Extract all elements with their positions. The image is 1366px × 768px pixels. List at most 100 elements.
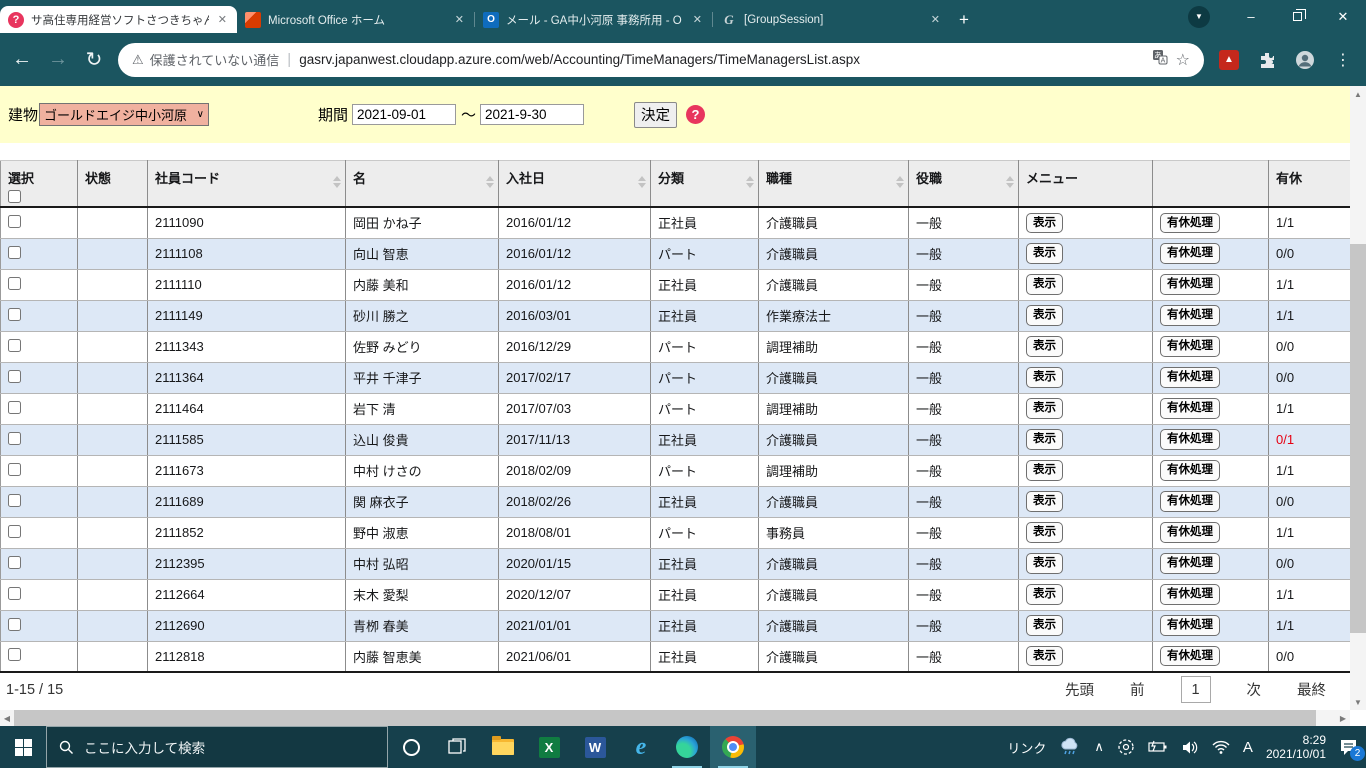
security-warning[interactable]: ⚠ 保護されていない通信 [132, 50, 279, 69]
leave-process-button[interactable]: 有休処理 [1160, 429, 1220, 450]
show-button[interactable]: 表示 [1026, 615, 1063, 636]
show-button[interactable]: 表示 [1026, 398, 1063, 419]
leave-process-button[interactable]: 有休処理 [1160, 305, 1220, 326]
column-header-4[interactable]: 入社日 [498, 160, 651, 208]
browser-menu-kebab-icon[interactable]: ⋮ [1330, 50, 1356, 70]
address-bar[interactable]: ⚠ 保護されていない通信 | gasrv.japanwest.cloudapp.… [118, 42, 1204, 77]
row-checkbox[interactable] [8, 493, 21, 507]
task-view-button[interactable] [434, 726, 480, 768]
show-button[interactable]: 表示 [1026, 305, 1063, 326]
show-button[interactable]: 表示 [1026, 212, 1063, 233]
forward-icon[interactable]: → [46, 48, 70, 71]
extensions-puzzle-icon[interactable] [1254, 51, 1280, 69]
sort-arrows-icon[interactable] [896, 176, 904, 188]
tab-close-icon[interactable]: ✕ [453, 13, 466, 26]
weather-icon[interactable] [1059, 737, 1081, 757]
scroll-right-icon[interactable]: ▶ [1336, 710, 1350, 726]
pager-last[interactable]: 最終 [1297, 679, 1326, 700]
row-checkbox[interactable] [8, 648, 21, 662]
pdf-extension-icon[interactable]: ▲ [1216, 49, 1242, 70]
wifi-icon[interactable] [1212, 740, 1230, 754]
sort-arrows-icon[interactable] [638, 176, 646, 188]
tab-close-icon[interactable]: ✕ [691, 13, 704, 26]
sort-arrows-icon[interactable] [1006, 176, 1014, 188]
row-checkbox[interactable] [8, 338, 21, 352]
row-checkbox[interactable] [8, 524, 21, 538]
row-checkbox[interactable] [8, 307, 21, 321]
leave-process-button[interactable]: 有休処理 [1160, 212, 1220, 233]
row-checkbox[interactable] [8, 462, 21, 476]
show-button[interactable]: 表示 [1026, 429, 1063, 450]
show-button[interactable]: 表示 [1026, 522, 1063, 543]
excel-button[interactable]: X [526, 726, 572, 768]
leave-process-button[interactable]: 有休処理 [1160, 460, 1220, 481]
hidden-icons-chevron-icon[interactable]: ∧ [1094, 739, 1104, 755]
leave-process-button[interactable]: 有休処理 [1160, 491, 1220, 512]
submit-button[interactable]: 決定 [634, 101, 677, 128]
refresh-icon[interactable]: ↻ [82, 47, 106, 72]
show-button[interactable]: 表示 [1026, 460, 1063, 481]
building-select[interactable]: ゴールドエイジ中小河原 ∨ [39, 103, 209, 126]
row-checkbox[interactable] [8, 586, 21, 600]
leave-process-button[interactable]: 有休処理 [1160, 398, 1220, 419]
cortana-button[interactable] [388, 726, 434, 768]
volume-icon[interactable] [1181, 740, 1199, 755]
show-button[interactable]: 表示 [1026, 336, 1063, 357]
horizontal-scrollbar[interactable]: ◀ ▶ [0, 710, 1350, 726]
ime-mode-indicator[interactable]: A [1243, 739, 1253, 756]
show-button[interactable]: 表示 [1026, 491, 1063, 512]
new-tab-button[interactable]: + [950, 6, 978, 33]
restore-button[interactable] [1274, 0, 1320, 33]
translate-icon[interactable]: あA [1152, 49, 1168, 70]
browser-profile-button[interactable]: ▼ [1188, 5, 1210, 28]
word-button[interactable]: W [572, 726, 618, 768]
sort-arrows-icon[interactable] [746, 176, 754, 188]
row-checkbox[interactable] [8, 245, 21, 259]
taskbar-clock[interactable]: 8:29 2021/10/01 [1266, 733, 1326, 761]
scroll-up-icon[interactable]: ▲ [1350, 86, 1366, 102]
leave-process-button[interactable]: 有休処理 [1160, 646, 1220, 667]
pager-next[interactable]: 次 [1247, 679, 1262, 700]
edge-button[interactable] [664, 726, 710, 768]
show-button[interactable]: 表示 [1026, 646, 1063, 667]
sort-arrows-icon[interactable] [333, 176, 341, 188]
tab-groupsession[interactable]: G [GroupSession] ✕ [713, 6, 950, 33]
show-button[interactable]: 表示 [1026, 243, 1063, 264]
notification-center-button[interactable]: 2 [1339, 739, 1365, 761]
pager-first[interactable]: 先頭 [1065, 679, 1094, 700]
scroll-left-icon[interactable]: ◀ [0, 710, 14, 726]
minimize-button[interactable]: – [1228, 0, 1274, 33]
period-to-input[interactable]: 2021-9-30 [480, 104, 584, 125]
tab-satsuki[interactable]: ? サ高住専用経営ソフトさつきちゃん ✕ [0, 6, 237, 33]
tab-office[interactable]: Microsoft Office ホーム ✕ [237, 6, 474, 33]
bookmark-star-icon[interactable]: ☆ [1176, 50, 1190, 70]
horizontal-scrollbar-thumb[interactable] [14, 710, 1316, 726]
tab-close-icon[interactable]: ✕ [216, 13, 229, 26]
row-checkbox[interactable] [8, 617, 21, 631]
start-button[interactable] [0, 726, 46, 768]
back-icon[interactable]: ← [10, 48, 34, 71]
page-number[interactable]: 1 [1180, 676, 1211, 703]
show-button[interactable]: 表示 [1026, 584, 1063, 605]
column-header-7[interactable]: 役職 [908, 160, 1019, 208]
news-interests-label[interactable]: リンク [1007, 738, 1046, 757]
column-header-6[interactable]: 職種 [758, 160, 909, 208]
row-checkbox[interactable] [8, 214, 21, 228]
period-from-input[interactable]: 2021-09-01 [352, 104, 456, 125]
meet-now-icon[interactable] [1117, 738, 1135, 756]
row-checkbox[interactable] [8, 276, 21, 290]
row-checkbox[interactable] [8, 431, 21, 445]
leave-process-button[interactable]: 有休処理 [1160, 367, 1220, 388]
chrome-button[interactable] [710, 726, 756, 768]
tab-outlook-mail[interactable]: O メール - GA中小河原 事務所用 - O ✕ [475, 6, 712, 33]
row-checkbox[interactable] [8, 400, 21, 414]
row-checkbox[interactable] [8, 555, 21, 569]
leave-process-button[interactable]: 有休処理 [1160, 243, 1220, 264]
column-header-3[interactable]: 名 [345, 160, 499, 208]
pager-prev[interactable]: 前 [1130, 679, 1145, 700]
internet-explorer-button[interactable]: e [618, 726, 664, 768]
file-explorer-button[interactable] [480, 726, 526, 768]
close-button[interactable]: ✕ [1320, 0, 1366, 33]
column-header-2[interactable]: 社員コード [147, 160, 346, 208]
sort-arrows-icon[interactable] [486, 176, 494, 188]
